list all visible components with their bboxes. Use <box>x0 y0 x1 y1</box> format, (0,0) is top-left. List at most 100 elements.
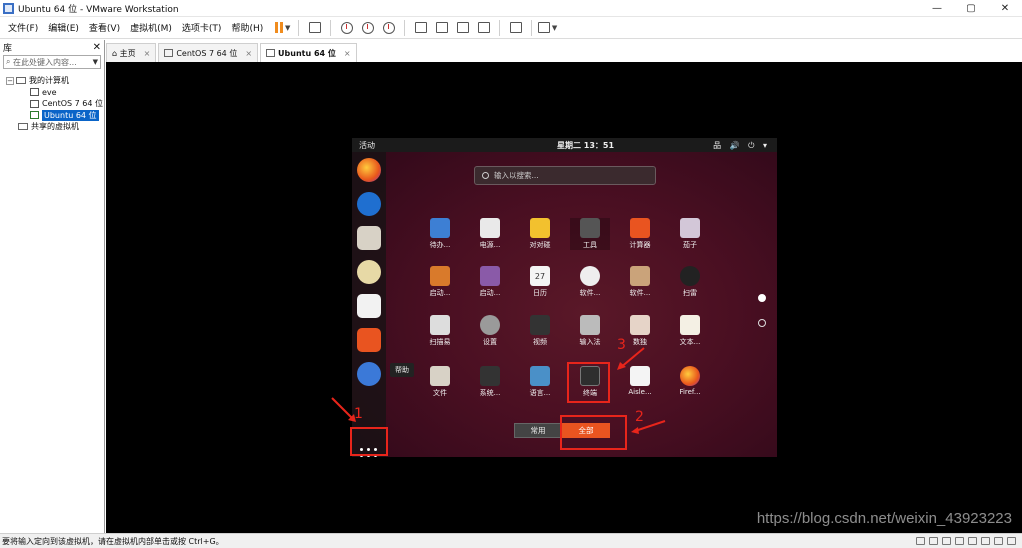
close-tab-icon[interactable]: × <box>344 49 351 58</box>
chevron-down-icon[interactable]: ▼ <box>93 58 98 66</box>
menu-vm[interactable]: 虚拟机(M) <box>125 21 177 34</box>
app-startup-disk[interactable]: 启动... <box>470 266 510 298</box>
console-button[interactable] <box>506 19 525 36</box>
page-indicator-1[interactable] <box>758 294 766 302</box>
app-software-updater[interactable]: 软件... <box>570 266 610 298</box>
tab-centos[interactable]: CentOS 7 64 位 × <box>158 43 259 62</box>
app-match[interactable]: 对对碰 <box>520 218 560 250</box>
ubuntu-desktop[interactable]: 活动 星期二 13：51 品 🔊 ⏻ ▾ 帮助 输入以搜索... 待办... 电… <box>352 138 777 457</box>
activities-button[interactable]: 活动 <box>359 140 375 151</box>
software-icon[interactable] <box>357 328 381 352</box>
tree-item-centos[interactable]: CentOS 7 64 位 <box>0 98 104 110</box>
app-text-editor[interactable]: 文本... <box>670 315 710 347</box>
show-library-button[interactable] <box>411 19 430 36</box>
library-search-input[interactable]: ⌕ 在此处键入内容... ▼ <box>3 55 101 69</box>
snapshot-button[interactable] <box>337 19 356 36</box>
snapshot-icon <box>340 21 353 34</box>
firefox-icon[interactable] <box>357 158 381 182</box>
app-cheese[interactable]: 茄子 <box>670 218 710 250</box>
system-tray[interactable]: 品 🔊 ⏻ ▾ <box>713 140 770 151</box>
app-sudoku[interactable]: 数独 <box>620 315 660 347</box>
app-mines[interactable]: 扫雷 <box>670 266 710 298</box>
app-todo[interactable]: 待办... <box>420 218 460 250</box>
revert-snapshot-button[interactable] <box>358 19 377 36</box>
tab-ubuntu[interactable]: Ubuntu 64 位 × <box>260 43 357 62</box>
thumbnail-layout-icon <box>435 22 448 33</box>
rhythmbox-icon[interactable] <box>357 260 381 284</box>
menu-edit[interactable]: 编辑(E) <box>43 21 84 34</box>
usb-icon[interactable] <box>955 537 964 545</box>
minimize-button[interactable]: — <box>920 3 954 14</box>
vm-console[interactable]: 活动 星期二 13：51 品 🔊 ⏻ ▾ 帮助 输入以搜索... 待办... 电… <box>106 62 1022 533</box>
app-label: 语言... <box>529 389 551 397</box>
menu-view[interactable]: 查看(V) <box>84 21 125 34</box>
close-button[interactable]: ✕ <box>988 3 1022 14</box>
app-software-props[interactable]: 软件... <box>620 266 660 298</box>
app-settings[interactable]: 设置 <box>470 315 510 347</box>
app-label: 文件 <box>433 389 447 397</box>
maximize-button[interactable]: ▢ <box>954 3 988 14</box>
app-system-monitor[interactable]: 系统... <box>470 366 510 398</box>
app-input-method[interactable]: 输入法 <box>570 315 610 347</box>
tree-item-my-computer[interactable]: − 我的计算机 <box>0 75 104 87</box>
send-ctrl-alt-del-button[interactable] <box>305 19 324 36</box>
hard-disk-icon[interactable] <box>916 537 925 545</box>
close-tab-icon[interactable]: × <box>245 49 252 58</box>
tree-item-eve[interactable]: eve <box>0 87 104 99</box>
tree-item-ubuntu[interactable]: Ubuntu 64 位 <box>0 109 104 122</box>
snapshot-manager-button[interactable] <box>379 19 398 36</box>
menu-file[interactable]: 文件(F) <box>3 21 43 34</box>
chevron-down-icon: ▼ <box>551 23 558 32</box>
cheese-icon <box>680 218 700 238</box>
page-indicator-2[interactable] <box>758 319 766 327</box>
firefox-icon <box>680 366 700 386</box>
cd-drive-icon[interactable] <box>929 537 938 545</box>
app-label: 文本... <box>679 338 701 346</box>
printer-icon[interactable] <box>981 537 990 545</box>
pause-button[interactable]: ▼ <box>273 19 292 36</box>
app-tools-folder[interactable]: 工具 <box>570 218 610 250</box>
help-icon[interactable] <box>357 362 381 386</box>
writer-icon[interactable] <box>357 294 381 318</box>
close-tab-icon[interactable]: × <box>144 49 151 58</box>
display-icon[interactable] <box>994 537 1003 545</box>
app-label: 计算器 <box>629 241 651 249</box>
app-calendar[interactable]: 27 日历 <box>520 266 560 298</box>
frequent-apps-button[interactable]: 常用 <box>514 423 562 438</box>
message-icon[interactable] <box>1007 537 1016 545</box>
app-scanner[interactable]: 扫描易 <box>420 315 460 347</box>
thumbnail-bar-button[interactable] <box>432 19 451 36</box>
unity-button[interactable] <box>474 19 493 36</box>
snapshot-manager-icon <box>382 21 395 34</box>
app-videos[interactable]: 视频 <box>520 315 560 347</box>
running-vm-icon <box>30 111 39 120</box>
app-calculator[interactable]: 计算器 <box>620 218 660 250</box>
app-files[interactable]: 文件 <box>420 366 460 398</box>
sudoku-icon <box>630 315 650 335</box>
vm-icon <box>30 99 39 108</box>
app-label: 输入法 <box>579 338 601 346</box>
tab-home[interactable]: ⌂ 主页 × <box>106 43 157 62</box>
scanner-icon <box>430 315 450 335</box>
menu-tabs[interactable]: 选项卡(T) <box>177 21 227 34</box>
tab-label: CentOS 7 64 位 <box>176 48 238 58</box>
menu-help[interactable]: 帮助(H) <box>226 21 268 34</box>
app-firefox[interactable]: Firef... <box>670 366 710 396</box>
library-title: 库 <box>3 43 13 54</box>
files-icon[interactable] <box>357 226 381 250</box>
app-language[interactable]: 语言... <box>520 366 560 398</box>
app-startup-apps[interactable]: 启动... <box>420 266 460 298</box>
fullscreen-button[interactable] <box>453 19 472 36</box>
app-power[interactable]: 电源... <box>470 218 510 250</box>
collapse-icon[interactable]: − <box>6 76 14 85</box>
app-label: 启动... <box>479 289 501 297</box>
close-library-icon[interactable]: ✕ <box>93 42 101 53</box>
app-search-input[interactable]: 输入以搜索... <box>474 166 656 185</box>
clock[interactable]: 星期二 13：51 <box>557 140 614 151</box>
sound-icon[interactable] <box>968 537 977 545</box>
network-icon[interactable] <box>942 537 951 545</box>
thunderbird-icon[interactable] <box>357 192 381 216</box>
stretch-button[interactable]: ▼ <box>538 19 557 36</box>
videos-icon <box>530 315 550 335</box>
tree-item-shared-vms[interactable]: 共享的虚拟机 <box>0 121 104 133</box>
